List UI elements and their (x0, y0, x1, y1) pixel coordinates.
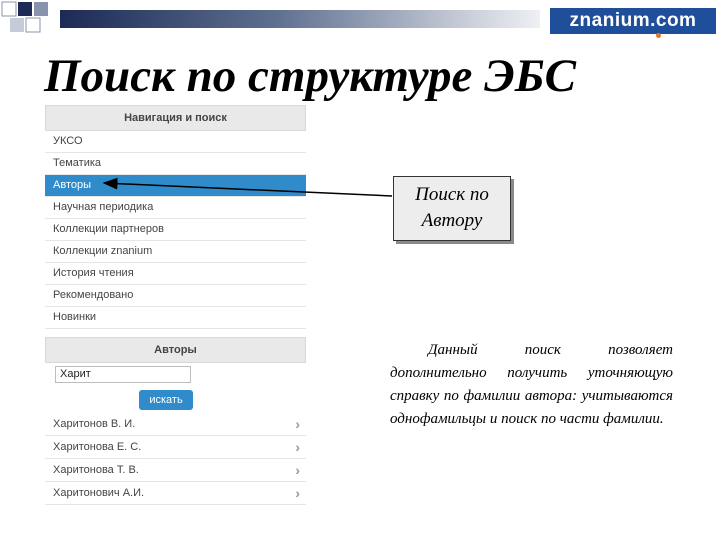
search-button[interactable]: искать (139, 390, 193, 410)
chevron-right-icon: › (295, 439, 300, 455)
nav-item-udk[interactable]: УКСО (45, 131, 306, 153)
callout-box: Поиск по Автору (393, 176, 511, 241)
callout-line: Автору (421, 210, 483, 231)
navigation-header: Навигация и поиск (45, 105, 306, 131)
znanium-logo: znanium.com (550, 8, 716, 34)
author-name: Харитонович А.И. (53, 487, 145, 499)
author-result[interactable]: Харитонов В. И. › (45, 413, 306, 436)
author-result[interactable]: Харитонович А.И. › (45, 482, 306, 505)
nav-item-recommended[interactable]: Рекомендовано (45, 285, 306, 307)
author-name: Харитонов В. И. (53, 418, 136, 430)
chevron-right-icon: › (295, 416, 300, 432)
author-results: Харитонов В. И. › Харитонова Е. С. › Хар… (45, 413, 306, 505)
nav-item-partner-collections[interactable]: Коллекции партнеров (45, 219, 306, 241)
navigation-panel: Навигация и поиск УКСО Тематика Авторы Н… (45, 105, 306, 329)
nav-item-periodicals[interactable]: Научная периодика (45, 197, 306, 219)
nav-item-reading-history[interactable]: История чтения (45, 263, 306, 285)
author-name: Харитонова Т. В. (53, 464, 139, 476)
nav-item-new-arrivals[interactable]: Новинки (45, 307, 306, 329)
nav-item-topics[interactable]: Тематика (45, 153, 306, 175)
callout-line: Поиск по (415, 184, 489, 205)
nav-item-authors[interactable]: Авторы (45, 175, 306, 197)
slide-title: Поиск по структуре ЭБС (44, 50, 576, 102)
author-name: Харитонова Е. С. (53, 441, 142, 453)
author-result[interactable]: Харитонова Е. С. › (45, 436, 306, 459)
author-search-input[interactable] (55, 366, 191, 383)
authors-panel: Авторы (45, 337, 306, 363)
title-bar (60, 10, 540, 28)
authors-header: Авторы (45, 337, 306, 363)
author-result[interactable]: Харитонова Т. В. › (45, 459, 306, 482)
chevron-right-icon: › (295, 485, 300, 501)
description-text: Данный поиск позволяет дополнительно пол… (390, 342, 673, 427)
decorative-squares (1, 1, 48, 33)
chevron-right-icon: › (295, 462, 300, 478)
logo-dot (656, 33, 661, 38)
nav-item-znanium-collections[interactable]: Коллекции znanium (45, 241, 306, 263)
